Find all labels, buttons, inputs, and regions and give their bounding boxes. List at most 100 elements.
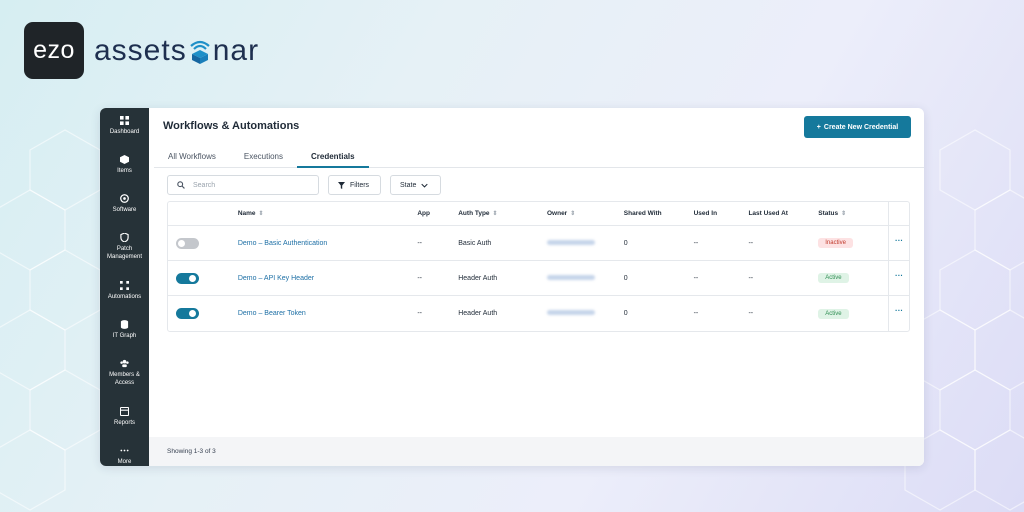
shared-with-cell: 0 — [623, 310, 628, 317]
enable-toggle[interactable] — [176, 237, 199, 249]
app-cell: -- — [417, 310, 423, 317]
credential-name-link[interactable]: Demo – API Key Header — [238, 275, 314, 282]
column-header-used-in: Used In — [694, 210, 749, 217]
column-header-label: Owner — [546, 210, 568, 217]
search-icon — [177, 181, 185, 189]
column-header-label: Last Used At — [748, 210, 788, 217]
sidebar-item-label: Automations — [107, 294, 142, 300]
pagination-summary: Showing 1-3 of 3 — [167, 448, 216, 455]
filter-icon — [338, 181, 345, 189]
table-footer: Showing 1-3 of 3 — [149, 437, 924, 466]
last-used-at-cell: -- — [748, 239, 754, 247]
sidebar-item-reports[interactable]: Reports — [100, 407, 149, 446]
used-in-cell: -- — [693, 239, 699, 247]
filters-label: Filters — [350, 181, 370, 189]
shared-with-cell: 0 — [623, 274, 628, 282]
box-icon — [120, 155, 129, 164]
column-header-label: Used In — [693, 210, 718, 217]
toolbar: Search Filters State — [167, 175, 441, 195]
more-icon — [120, 449, 129, 452]
create-credential-label: Create New Credential — [823, 123, 899, 131]
owner-redacted — [546, 310, 595, 315]
owner-redacted — [546, 239, 595, 245]
sidebar-item-label: IT Graph — [112, 333, 137, 339]
status-badge: Inactive — [818, 238, 853, 248]
tab-credentials[interactable]: Credentials — [297, 148, 369, 168]
filters-button[interactable]: Filters — [328, 175, 381, 195]
disc-icon — [120, 194, 129, 203]
sidebar-item-it-graph[interactable]: IT Graph — [100, 320, 149, 359]
assetsonar-wordmark: assets nar — [94, 34, 259, 68]
column-header-label: Shared With — [623, 210, 662, 217]
column-header-shared-with: Shared With — [624, 210, 694, 217]
column-header-status[interactable]: Status ⇕ — [818, 210, 888, 217]
credential-name-link[interactable]: Demo – Bearer Token — [238, 310, 306, 317]
used-in-cell: -- — [693, 274, 699, 282]
tab-executions[interactable]: Executions — [230, 148, 297, 168]
sidebar-item-label: Patch Management — [106, 246, 143, 260]
column-header-last-used-at: Last Used At — [748, 210, 818, 217]
credential-name-link[interactable]: Demo – Basic Authentication — [238, 240, 328, 247]
table-row: Demo – API Key Header -- Header Auth 0 -… — [168, 261, 909, 296]
sidebar-item-dashboard[interactable]: Dashboard — [100, 116, 149, 155]
shared-with-cell: 0 — [623, 239, 628, 247]
members-icon — [120, 359, 129, 368]
report-icon — [120, 407, 129, 416]
search-input[interactable]: Search — [167, 175, 319, 195]
create-credential-button[interactable]: + Create New Credential — [804, 116, 911, 138]
sidebar-item-patch-management[interactable]: Patch Management — [100, 233, 149, 281]
search-placeholder: Search — [193, 181, 216, 189]
column-header-label: Auth Type — [458, 210, 490, 217]
chevron-down-icon — [421, 183, 429, 188]
ezo-logo: ezo — [24, 22, 84, 79]
row-actions-menu-icon[interactable]: ··· — [888, 296, 909, 331]
column-header-label: Status — [818, 210, 839, 217]
actions-column-header — [888, 202, 909, 225]
state-dropdown[interactable]: State — [390, 175, 441, 195]
sidebar-item-label: Items — [117, 168, 132, 174]
state-label: State — [400, 181, 417, 189]
column-header-auth-type[interactable]: Auth Type ⇕ — [458, 210, 547, 217]
sidebar-item-label: Reports — [113, 420, 135, 426]
sidebar-item-label: Dashboard — [109, 129, 140, 135]
status-badge: Active — [818, 273, 849, 283]
status-badge: Active — [818, 308, 849, 319]
app-window: Dashboard Items Software Patch Managemen… — [100, 108, 924, 466]
credentials-table: Name ⇕ App Auth Type ⇕ Owner ⇕ Shared With … — [167, 201, 910, 332]
brand-name-prefix: assets — [94, 33, 187, 67]
table-row: Demo – Basic Authentication -- Basic Aut… — [168, 226, 909, 261]
sidebar-item-label: More — [117, 459, 132, 465]
automation-icon — [120, 281, 129, 290]
used-in-cell: -- — [693, 310, 699, 317]
auth-type-cell: Header Auth — [458, 274, 498, 282]
sidebar: Dashboard Items Software Patch Managemen… — [100, 108, 149, 466]
last-used-at-cell: -- — [748, 274, 754, 282]
brand-name-suffix: nar — [212, 33, 260, 67]
main-content: Workflows & Automations + Create New Cre… — [149, 108, 924, 466]
sidebar-item-software[interactable]: Software — [100, 194, 149, 233]
column-header-name[interactable]: Name ⇕ — [238, 210, 418, 217]
app-cell: -- — [417, 274, 423, 282]
brand-logo: ezo assets nar — [24, 22, 259, 79]
column-header-label: Name — [237, 210, 256, 217]
sidebar-item-automations[interactable]: Automations — [100, 281, 149, 320]
tab-all-workflows[interactable]: All Workflows — [154, 148, 230, 168]
column-header-owner[interactable]: Owner ⇕ — [547, 210, 624, 217]
table-row: Demo – Bearer Token -- Header Auth 0 -- … — [168, 296, 909, 331]
sidebar-item-members-access[interactable]: Members & Access — [100, 359, 149, 407]
sidebar-item-items[interactable]: Items — [100, 155, 149, 194]
sort-icon: ⇕ — [841, 211, 847, 217]
row-actions-menu-icon[interactable]: ··· — [888, 226, 909, 260]
sort-icon: ⇕ — [258, 211, 264, 217]
enable-toggle[interactable] — [176, 308, 199, 319]
sidebar-item-label: Software — [112, 207, 137, 213]
enable-toggle[interactable] — [176, 272, 199, 284]
auth-type-cell: Header Auth — [458, 310, 498, 317]
shield-icon — [120, 233, 129, 242]
page-title: Workflows & Automations — [163, 120, 300, 132]
tab-bar: All Workflows Executions Credentials — [154, 148, 924, 168]
dashboard-icon — [120, 116, 129, 125]
plus-icon: + — [816, 123, 821, 131]
row-actions-menu-icon[interactable]: ··· — [888, 261, 909, 295]
sidebar-item-more[interactable]: More — [100, 446, 149, 466]
